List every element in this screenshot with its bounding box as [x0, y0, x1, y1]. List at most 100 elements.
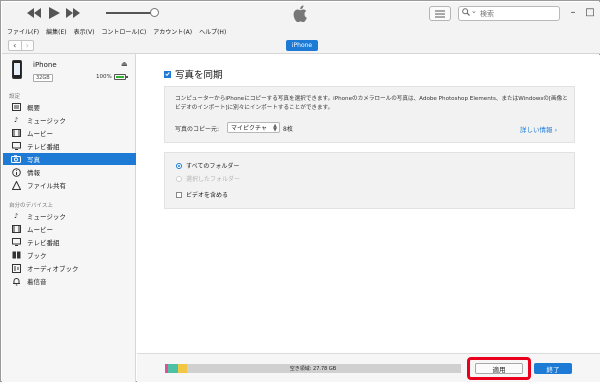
menu-edit[interactable]: 編集(E) — [46, 27, 66, 36]
sidebar-item-photos[interactable]: 写真 — [3, 153, 136, 165]
audiobook-icon — [11, 263, 21, 273]
tv-icon — [11, 142, 21, 150]
sidebar: iPhone ⏏ 32GB 100% 設定 概要 ♪ ミュージック ムービー テ… — [2, 54, 136, 382]
sidebar-item-info[interactable]: 情報 — [3, 166, 136, 178]
minimize-button[interactable]: – — [567, 6, 579, 18]
camera-icon — [11, 155, 21, 163]
sidebar-item-label: ファイル共有 — [27, 182, 66, 190]
sync-photos-title: 写真を同期 — [175, 70, 223, 81]
photo-source-value: マイピクチャ — [231, 125, 267, 132]
sidebar-item-label: テレビ番組 — [27, 239, 60, 247]
include-videos-label: ビデオを含める — [186, 192, 229, 199]
sync-photos-header: 写真を同期 — [164, 67, 223, 81]
volume-slider[interactable] — [106, 8, 159, 17]
sidebar-item-music[interactable]: ♪ ミュージック — [3, 114, 136, 126]
music-icon: ♪ — [13, 116, 19, 124]
back-button[interactable]: ‹ — [9, 41, 21, 50]
sidebar-item-device-music[interactable]: ♪ ミュージック — [3, 210, 136, 222]
sidebar-item-summary[interactable]: 概要 — [3, 101, 136, 113]
search-input[interactable] — [480, 8, 556, 19]
search-options-chevron-icon[interactable]: ⌄ — [471, 7, 477, 15]
battery-icon — [114, 74, 128, 80]
sidebar-item-label: ミュージック — [27, 213, 66, 221]
tv-icon — [11, 238, 21, 246]
sidebar-item-device-movies[interactable]: ムービー — [3, 223, 136, 235]
done-button[interactable]: 終了 — [534, 363, 572, 374]
settings-section-header: 設定 — [9, 94, 21, 100]
play-icon — [48, 7, 60, 19]
apple-logo-icon — [293, 5, 309, 23]
movie-icon — [11, 225, 21, 233]
sidebar-item-device-tones[interactable]: 着信音 — [3, 275, 136, 287]
player-toolbar: ⌄ – □ — [2, 2, 600, 24]
select-arrows-icon: ▲ ▼ — [273, 123, 277, 133]
rewind-button[interactable] — [26, 5, 42, 21]
sidebar-item-movies[interactable]: ムービー — [3, 127, 136, 139]
menu-account[interactable]: アカウント(A) — [153, 27, 192, 36]
bell-icon — [11, 277, 21, 286]
menu-controls[interactable]: コントロール(C) — [101, 27, 146, 36]
selected-folders-option: 選択したフォルダー — [176, 174, 240, 183]
menu-view[interactable]: 表示(V) — [74, 27, 95, 36]
device-card[interactable]: iPhone ⏏ 32GB 100% — [2, 54, 136, 94]
fast-forward-button[interactable] — [65, 5, 81, 21]
photo-count: 8枚 — [283, 126, 293, 133]
photos-description: コンピューターからiPhoneにコピーする写真を選択できます。iPhoneのカメ… — [175, 96, 568, 111]
itunes-window: ⌄ – □ ファイル(F) 編集(E) 表示(V) コントロール(C) アカウン… — [0, 0, 600, 382]
maximize-button[interactable]: □ — [584, 6, 596, 18]
sidebar-item-tv-shows[interactable]: テレビ番組 — [3, 140, 136, 152]
sidebar-item-device-audiobooks[interactable]: オーディオブック — [3, 262, 136, 274]
list-icon — [435, 10, 445, 17]
storage-free-label: 空き領域: 27.78 GB — [289, 366, 337, 372]
sidebar-item-label: ムービー — [27, 226, 53, 234]
apply-highlight-annotation — [467, 357, 531, 380]
sidebar-item-label: テレビ番組 — [27, 143, 60, 151]
music-icon: ♪ — [13, 212, 19, 220]
summary-icon — [11, 103, 21, 111]
more-info-link[interactable]: 詳しい情報 › — [520, 124, 557, 134]
checkmark-icon — [165, 72, 170, 77]
search-field[interactable]: ⌄ — [458, 6, 560, 21]
info-icon — [11, 167, 21, 177]
sidebar-item-label: ブック — [27, 252, 47, 260]
all-folders-radio[interactable] — [176, 162, 182, 169]
selected-folders-label: 選択したフォルダー — [186, 176, 241, 183]
apps-icon — [11, 180, 21, 190]
device-name: iPhone — [33, 61, 57, 69]
iphone-icon — [12, 60, 22, 79]
volume-knob[interactable] — [149, 8, 159, 17]
battery-percentage: 100% — [96, 74, 112, 80]
all-folders-option[interactable]: すべてのフォルダー — [176, 161, 239, 170]
forward-button[interactable]: › — [20, 41, 34, 50]
menu-bar: ファイル(F) 編集(E) 表示(V) コントロール(C) アカウント(A) ヘ… — [2, 24, 600, 38]
book-icon — [11, 251, 21, 259]
bottom-bar: 空き領域: 27.78 GB 適用 終了 — [137, 353, 600, 382]
sidebar-item-label: 写真 — [27, 156, 40, 164]
sidebar-item-file-sharing[interactable]: ファイル共有 — [3, 179, 136, 191]
menu-file[interactable]: ファイル(F) — [7, 27, 39, 36]
play-button[interactable] — [46, 5, 62, 21]
rewind-icon — [27, 8, 41, 18]
on-device-section-header: 自分のデバイス上 — [9, 203, 53, 209]
movie-icon — [11, 129, 21, 137]
menu-help[interactable]: ヘルプ(H) — [199, 27, 226, 36]
sidebar-item-label: ムービー — [27, 130, 53, 138]
navigation-bar: ‹ › iPhone — [2, 38, 600, 54]
search-icon — [462, 8, 470, 16]
include-videos-checkbox[interactable] — [176, 191, 182, 198]
sidebar-item-device-books[interactable]: ブック — [3, 249, 136, 261]
fast-forward-icon — [66, 8, 80, 18]
device-button[interactable]: iPhone — [286, 40, 318, 51]
sidebar-item-device-tv-shows[interactable]: テレビ番組 — [3, 236, 136, 248]
history-buttons: ‹ › — [8, 40, 34, 51]
sync-photos-checkbox[interactable] — [164, 70, 171, 78]
more-info-label: 詳しい情報 — [520, 126, 553, 134]
up-next-button[interactable] — [429, 6, 451, 21]
eject-icon[interactable]: ⏏ — [121, 60, 128, 68]
include-videos-option[interactable]: ビデオを含める — [176, 190, 228, 199]
sidebar-item-label: 情報 — [27, 169, 40, 177]
capacity-badge: 32GB — [33, 74, 53, 82]
folder-options-panel: すべてのフォルダー 選択したフォルダー ビデオを含める — [164, 152, 575, 209]
photo-source-select[interactable]: マイピクチャ ▲ ▼ — [227, 122, 280, 133]
selected-folders-radio — [176, 175, 182, 182]
